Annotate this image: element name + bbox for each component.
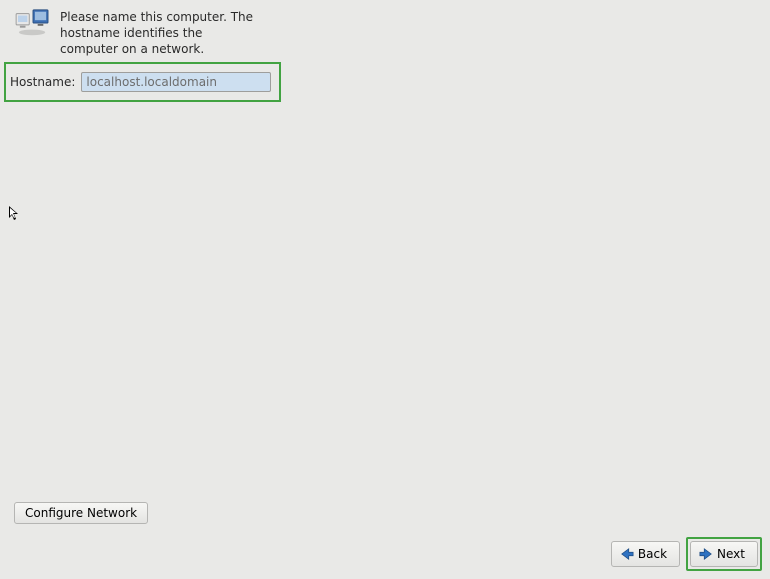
hostname-label: Hostname: [10, 75, 75, 89]
arrow-right-icon [699, 547, 713, 561]
arrow-left-icon [620, 547, 634, 561]
back-button[interactable]: Back [611, 541, 680, 567]
footer-nav: Back Next [611, 537, 762, 571]
next-button[interactable]: Next [690, 541, 758, 567]
intro-text: Please name this computer. The hostname … [60, 8, 260, 58]
back-button-label: Back [638, 547, 667, 561]
configure-network-button[interactable]: Configure Network [14, 502, 148, 524]
next-button-label: Next [717, 547, 745, 561]
next-button-highlight: Next [686, 537, 762, 571]
mouse-cursor-icon [9, 206, 21, 222]
hostname-input[interactable] [81, 72, 271, 92]
hostname-row-highlight: Hostname: [4, 62, 281, 102]
network-icon [14, 8, 52, 38]
